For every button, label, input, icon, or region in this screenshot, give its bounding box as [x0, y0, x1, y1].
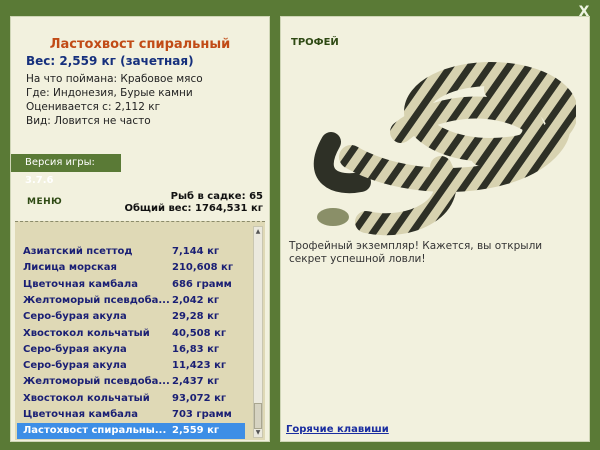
fish-bait: На что поймана: Крабовое мясо: [26, 73, 203, 85]
list-item-name: Желтоморый псевдоба...: [23, 376, 170, 388]
list-item[interactable]: Серо-бурая акула 16,83 кг: [17, 342, 245, 358]
list-item-weight: 2,559 кг: [172, 425, 220, 437]
list-item[interactable]: Цветочная камбала 703 грамм: [17, 407, 245, 423]
list-item-name: Хвостокол кольчатый: [23, 327, 150, 339]
sea-snake-image: [313, 62, 576, 236]
list-item[interactable]: Ластохвост спиральны... 2,559 кг: [17, 423, 245, 440]
list-item-weight: 703 грамм: [172, 409, 232, 420]
list-item-weight: 686 грамм: [172, 278, 232, 290]
list-item-weight: 40,508 кг: [172, 327, 227, 339]
menu-button[interactable]: МЕНЮ: [27, 197, 62, 207]
scroll-thumb[interactable]: [254, 403, 262, 429]
list-item-name: Желтоморый псевдоба...: [23, 294, 170, 306]
list-item[interactable]: Лисица морская 210,608 кг: [17, 260, 245, 276]
list-item-weight: 7,144 кг: [172, 246, 220, 257]
list-item-weight: 2,042 кг: [172, 294, 220, 306]
list-item-weight: 210,608 кг: [172, 262, 234, 274]
fish-count: Рыб в садке: 65: [170, 191, 263, 202]
version-bar: Версия игры: 3.7.6: [11, 154, 121, 186]
fish-place: Где: Индонезия, Бурые камни: [26, 87, 193, 99]
list-item[interactable]: Хвостокол кольчатый 93,072 кг: [17, 391, 245, 407]
trophy-text: Трофейный экземпляр! Кажется, вы открыли…: [289, 240, 543, 265]
list-item-name: Серо-бурая акула: [23, 360, 127, 372]
scroll-up-icon[interactable]: ▲: [254, 227, 262, 236]
list-item-name: Серо-бурая акула: [23, 343, 127, 355]
list-item-name: Азиатский псеттод: [23, 246, 133, 257]
list-item-weight: 2,437 кг: [172, 376, 220, 388]
list-item[interactable]: Серо-бурая акула 29,28 кг: [17, 309, 245, 325]
list-item-name: Хвостокол кольчатый: [23, 392, 150, 404]
list-item[interactable]: Желтоморый псевдоба... 2,042 кг: [17, 293, 245, 309]
fish-weight: Вес: 2,559 кг (зачетная): [26, 54, 194, 68]
list-item[interactable]: Азиатский псеттод 7,144 кг: [17, 244, 245, 260]
fish-kind: Вид: Ловится не часто: [26, 115, 151, 127]
fish-price: Оценивается с: 2,112 кг: [26, 101, 161, 113]
total-weight: Общий вес: 1764,531 кг: [124, 203, 263, 214]
catch-stats: Рыб в садке: 65 Общий вес: 1764,531 кг: [124, 191, 263, 215]
catch-info-panel: Ластохвост спиральный Вес: 2,559 кг (зач…: [10, 16, 270, 442]
trophy-panel: ТРОФЕЙ Трофейный экземпляр! Кажется, вы …: [280, 16, 590, 442]
list-item[interactable]: Серо-бурая акула 11,423 кг: [17, 358, 245, 374]
list-item-weight: 93,072 кг: [172, 392, 227, 404]
list-item-name: Лисица морская: [23, 262, 117, 274]
catch-list: Азиатский псеттод 7,144 кг Лисица морская 2…: [15, 221, 265, 440]
list-item-name: Серо-бурая акула: [23, 311, 127, 323]
trophy-label: ТРОФЕЙ: [291, 37, 339, 48]
version-label: Версия игры:: [25, 157, 95, 168]
version-value: 3.7.6: [25, 175, 54, 186]
list-item-name: Цветочная камбала: [23, 278, 138, 290]
hotkeys-link[interactable]: Горячие клавиши: [286, 424, 389, 435]
list-item[interactable]: Хвостокол кольчатый 40,508 кг: [17, 326, 245, 342]
list-item-name: Цветочная камбала: [23, 409, 138, 420]
list-item-weight: 29,28 кг: [172, 311, 220, 323]
list-item-name: Ластохвост спиральны...: [23, 425, 167, 437]
fish-title: Ластохвост спиральный: [49, 37, 231, 52]
list-item-weight: 11,423 кг: [172, 360, 227, 372]
list-scrollbar[interactable]: ▲ ▼: [253, 226, 263, 438]
list-item-weight: 16,83 кг: [172, 343, 220, 355]
scroll-down-icon[interactable]: ▼: [254, 428, 262, 437]
list-item[interactable]: Цветочная камбала 686 грамм: [17, 277, 245, 293]
list-item[interactable]: Желтоморый псевдоба... 2,437 кг: [17, 374, 245, 390]
